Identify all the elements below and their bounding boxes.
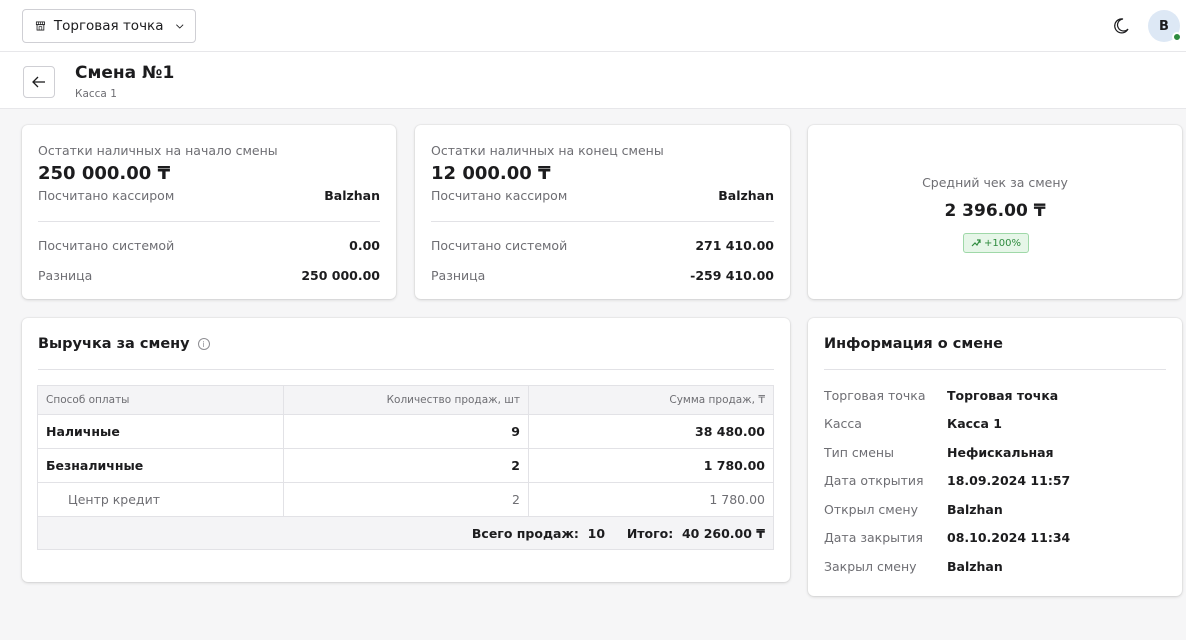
revenue-card: Выручка за смену i Способ оплаты Количес… [22, 318, 790, 582]
table-row: Безналичные 2 1 780.00 [37, 448, 774, 483]
top-bar: Торговая точка B [0, 0, 1186, 52]
info-row-shift-type: Тип смены Нефискальная [824, 445, 1054, 460]
chevron-down-icon [176, 24, 184, 29]
difference-value: 250 000.00 [301, 268, 380, 283]
system-count-row: Посчитано системой 0.00 [38, 238, 380, 253]
col-sales-sum[interactable]: Сумма продаж, ₸ [528, 385, 774, 415]
info-value: Касса 1 [947, 416, 1002, 431]
avatar[interactable]: B [1148, 10, 1182, 42]
online-status-dot [1172, 32, 1182, 42]
page-title: Смена №1 [75, 63, 175, 83]
info-row-closed-by: Закрыл смену Balzhan [824, 559, 1003, 574]
info-label: Тип смены [824, 445, 894, 460]
table-row: Наличные 9 38 480.00 [37, 414, 774, 449]
cash-end-card: Остатки наличных на конец смены 12 000.0… [415, 125, 790, 299]
info-label: Дата открытия [824, 473, 924, 488]
info-row-open-date: Дата открытия 18.09.2024 11:57 [824, 473, 1070, 488]
trend-badge: +100% [963, 233, 1029, 253]
system-count-label: Посчитано системой [431, 238, 568, 253]
info-row-close-date: Дата закрытия 08.10.2024 11:34 [824, 530, 1070, 545]
shift-info-title: Информация о смене [824, 336, 1003, 352]
store-selector[interactable]: Торговая точка [22, 9, 196, 43]
payment-method: Безналичные [37, 448, 284, 483]
difference-value: -259 410.00 [690, 268, 774, 283]
divider [431, 221, 774, 222]
sales-sum: 38 480.00 [528, 414, 774, 449]
cash-end-label: Остатки наличных на конец смены [431, 143, 664, 158]
sales-sum: 1 780.00 [528, 482, 774, 517]
shift-info-card: Информация о смене Торговая точка Торгов… [808, 318, 1182, 596]
cashier-count-label: Посчитано кассиром [38, 188, 175, 203]
payment-method: Центр кредит [37, 482, 284, 517]
store-icon [35, 21, 45, 31]
avg-check-card: Средний чек за смену 2 396.00 ₸ +100% [808, 125, 1182, 299]
info-row-opened-by: Открыл смену Balzhan [824, 502, 1003, 517]
sales-count: 2 [283, 482, 529, 517]
cash-start-amount: 250 000.00 ₸ [38, 163, 171, 184]
avatar-initial: B [1159, 18, 1169, 34]
info-row-register: Касса Касса 1 [824, 416, 1002, 431]
col-payment-method[interactable]: Способ оплаты [37, 385, 284, 415]
store-selector-label: Торговая точка [53, 18, 164, 34]
total-cell: Всего продаж: 10 Итого: 40 260.00 ₸ [37, 516, 774, 550]
sales-sum: 1 780.00 [528, 448, 774, 483]
table-row: Центр кредит 2 1 780.00 [37, 482, 774, 517]
info-value: Торговая точка [947, 388, 1059, 403]
difference-row: Разница 250 000.00 [38, 268, 380, 283]
cashier-count-label: Посчитано кассиром [431, 188, 568, 203]
system-count-label: Посчитано системой [38, 238, 175, 253]
avg-check-value: 2 396.00 ₸ [944, 201, 1046, 221]
table-header-row: Способ оплаты Количество продаж, шт Сумм… [37, 385, 774, 415]
cash-start-label: Остатки наличных на начало смены [38, 143, 278, 158]
difference-label: Разница [38, 268, 93, 283]
info-label: Торговая точка [824, 388, 926, 403]
trend-value: +100% [984, 237, 1021, 249]
system-count-value: 0.00 [349, 238, 380, 253]
total-sales-label: Всего продаж: [471, 525, 579, 541]
info-value: Нефискальная [947, 445, 1054, 460]
divider [38, 369, 774, 370]
info-icon[interactable]: i [197, 338, 210, 350]
difference-label: Разница [431, 268, 486, 283]
moon-icon[interactable] [1112, 17, 1130, 35]
cashier-count-value: Balzhan [718, 188, 774, 203]
info-label: Дата закрытия [824, 530, 923, 545]
payment-method: Наличные [37, 414, 284, 449]
total-value: 40 260.00 ₸ [681, 525, 765, 541]
system-count-value: 271 410.00 [695, 238, 774, 253]
info-label: Закрыл смену [824, 559, 917, 574]
arrow-left-icon [32, 76, 45, 88]
avg-check-label: Средний чек за смену [922, 175, 1068, 190]
cashier-count-row: Посчитано кассиром Balzhan [38, 188, 380, 203]
sales-count: 2 [283, 448, 529, 483]
page-subtitle: Касса 1 [75, 88, 117, 100]
difference-row: Разница -259 410.00 [431, 268, 774, 283]
total-sales-value: 10 [587, 525, 606, 541]
trend-up-icon [971, 239, 981, 247]
cash-start-card: Остатки наличных на начало смены 250 000… [22, 125, 396, 299]
divider [38, 221, 380, 222]
sales-count: 9 [283, 414, 529, 449]
system-count-row: Посчитано системой 271 410.00 [431, 238, 774, 253]
total-label: Итого: [626, 525, 674, 541]
cashier-count-row: Посчитано кассиром Balzhan [431, 188, 774, 203]
revenue-title: Выручка за смену [38, 336, 190, 352]
info-label: Открыл смену [824, 502, 919, 517]
info-value: Balzhan [947, 559, 1003, 574]
col-sales-count[interactable]: Количество продаж, шт [283, 385, 529, 415]
info-value: 08.10.2024 11:34 [947, 530, 1071, 545]
cashier-count-value: Balzhan [324, 188, 380, 203]
info-row-store: Торговая точка Торговая точка [824, 388, 1058, 403]
info-label: Касса [824, 416, 862, 431]
revenue-title-wrap: Выручка за смену i [38, 336, 210, 352]
back-button[interactable] [23, 66, 55, 98]
info-value: 18.09.2024 11:57 [947, 473, 1071, 488]
info-value: Balzhan [947, 502, 1003, 517]
table-total-row: Всего продаж: 10 Итого: 40 260.00 ₸ [37, 516, 774, 550]
page-header: Смена №1 Касса 1 [0, 52, 1186, 109]
revenue-table: Способ оплаты Количество продаж, шт Сумм… [37, 385, 774, 550]
divider [824, 369, 1166, 370]
cash-end-amount: 12 000.00 ₸ [431, 163, 551, 184]
